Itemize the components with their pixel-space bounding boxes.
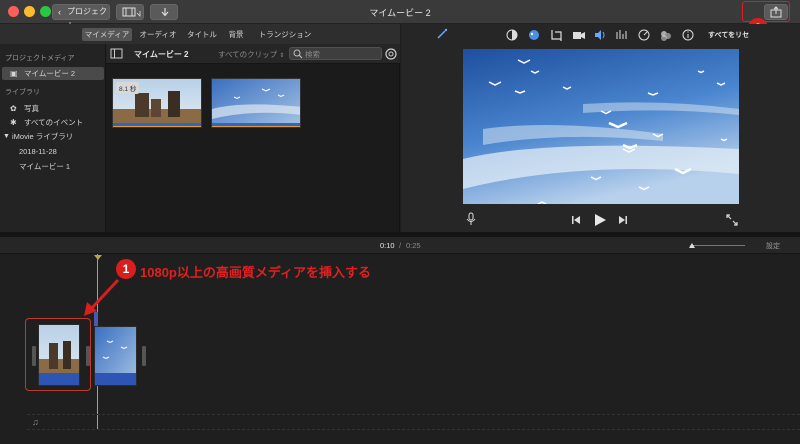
search-field[interactable]: 検索 <box>289 47 382 60</box>
projects-back-button[interactable]: ‹ プロジェクト <box>52 4 110 30</box>
sidebar-item-imovie-library-label: iMovie ライブラリ <box>12 132 74 141</box>
clip-trim-handle-left[interactable] <box>32 346 36 366</box>
filter-icon[interactable] <box>661 31 671 41</box>
timeline-header: 0:10 / 0:25 設定 <box>0 237 800 254</box>
zoom-slider-knob[interactable] <box>688 241 696 249</box>
viewer-panel: すべてをリセ <box>401 24 800 232</box>
tab-my-media[interactable]: マイメディア <box>82 28 132 41</box>
zoom-window-button[interactable] <box>40 6 51 17</box>
close-window-button[interactable] <box>8 6 19 17</box>
total-time: 0:25 <box>406 241 421 250</box>
voiceover-mic-icon[interactable] <box>465 212 477 226</box>
play-icon[interactable] <box>593 213 607 227</box>
clip-filter-select[interactable]: すべてのクリップ ⇕ <box>218 49 284 60</box>
next-icon[interactable] <box>617 214 629 226</box>
sidebar-item-project[interactable]: ▣ マイムービー 2 <box>2 67 104 80</box>
tab-backgrounds[interactable]: 背景 <box>224 28 248 41</box>
stabilization-icon[interactable] <box>573 32 585 39</box>
timeline: 1 1080p以上の高画質メディアを挿入する ♫ <box>0 254 800 444</box>
timeline-settings-button[interactable]: 設定 <box>766 241 780 251</box>
sidebar-item-photos[interactable]: ✿ 写真 <box>0 102 106 115</box>
media-browser <box>106 44 400 232</box>
sidebar-item-event-movie[interactable]: マイムービー 1 <box>0 160 106 173</box>
tab-titles[interactable]: タイトル <box>184 28 220 41</box>
music-note-icon: ♫ <box>32 417 39 427</box>
sidebar-item-photos-label: 写真 <box>24 104 39 113</box>
sidebar-item-project-label: マイムービー 2 <box>24 69 76 78</box>
project-media-header: プロジェクトメディア <box>5 55 75 62</box>
current-time: 0:10 <box>380 241 395 250</box>
timeline-clip-1[interactable] <box>38 324 80 386</box>
search-icon <box>293 49 303 59</box>
content-tabs-bar: マイメディア オーディオ タイトル 背景 トランジション <box>0 24 400 44</box>
color-correction-icon[interactable] <box>529 30 539 40</box>
minimize-window-button[interactable] <box>24 6 35 17</box>
time-separator: / <box>399 241 402 250</box>
media-view-button[interactable] <box>116 4 144 20</box>
magic-wand-icon[interactable] <box>435 27 449 41</box>
tab-audio[interactable]: オーディオ <box>136 28 180 41</box>
step1-instruction: 1080p以上の高画質メディアを挿入する <box>140 265 371 280</box>
step1-badge: 1 <box>116 259 136 279</box>
clip-2-trim-handle[interactable] <box>142 346 146 366</box>
timeline-clip-2-thumbnail <box>95 327 136 385</box>
sidebar-toggle-icon[interactable] <box>110 48 124 60</box>
audio-track[interactable]: ♫ <box>27 414 800 430</box>
previous-icon[interactable] <box>570 214 582 226</box>
info-icon[interactable] <box>682 29 694 41</box>
updown-chevron-icon: ⇕ <box>279 53 285 59</box>
clapper-icon: ▣ <box>10 69 18 78</box>
libraries-header: ライブラリ <box>5 89 40 96</box>
preview-frame-image <box>463 49 739 204</box>
color-balance-icon[interactable] <box>506 29 518 41</box>
sidebar-item-all-events-label: すべてのイベント <box>24 118 84 127</box>
clip-connector <box>94 312 98 326</box>
import-button[interactable] <box>150 4 178 20</box>
search-placeholder: 検索 <box>305 50 320 59</box>
speed-icon[interactable] <box>638 29 650 41</box>
annotation-arrow <box>84 278 120 316</box>
sidebar-item-all-events[interactable]: ✱ すべてのイベント <box>0 116 106 129</box>
media-browser-title: マイムービー 2 <box>134 50 189 59</box>
photos-icon: ✿ <box>10 104 17 113</box>
volume-icon[interactable] <box>595 30 605 40</box>
equalizer-icon[interactable] <box>616 30 627 39</box>
video-preview[interactable] <box>463 49 739 204</box>
media-clip-1[interactable]: 8.1 秒 <box>112 78 202 128</box>
gear-icon[interactable] <box>384 47 398 61</box>
fullscreen-icon[interactable] <box>725 213 739 227</box>
share-icon <box>770 6 782 18</box>
clip-2-thumbnail <box>212 79 300 127</box>
reset-all-button[interactable]: すべてをリセ <box>708 30 749 40</box>
clip-filter-label: すべてのクリップ <box>218 50 278 59</box>
disclosure-triangle-icon[interactable]: ▼ <box>3 130 10 143</box>
adjustment-toolbar <box>506 29 694 41</box>
share-button[interactable] <box>764 4 788 20</box>
filmstrip-icon <box>122 7 141 17</box>
star-icon: ✱ <box>10 118 17 127</box>
timeline-clip-1-thumbnail <box>39 325 79 385</box>
playhead-marker-icon <box>94 255 102 260</box>
clip-trim-handle-right[interactable] <box>86 346 90 366</box>
event-date-label: 2018-11-28 <box>19 147 57 156</box>
zoom-slider[interactable] <box>689 243 745 248</box>
window-title: マイムービー 2 <box>369 8 431 18</box>
chevron-left-icon: ‹ <box>58 7 61 17</box>
library-sidebar: プロジェクトメディア ▣ マイムービー 2 ライブラリ ✿ 写真 ✱ すべてのイ… <box>0 44 106 232</box>
import-arrow-icon <box>161 8 169 17</box>
media-clip-2[interactable] <box>211 78 301 128</box>
media-browser-header: マイムービー 2 すべてのクリップ ⇕ 検索 <box>106 44 400 64</box>
event-movie-label: マイムービー 1 <box>19 162 71 171</box>
sidebar-item-imovie-library[interactable]: ▼ iMovie ライブラリ <box>0 130 106 143</box>
title-bar: ‹ プロジェクト マイムービー 2 2 <box>0 0 800 38</box>
imovie-window: ‹ プロジェクト マイムービー 2 2 <box>0 0 800 444</box>
timeline-clip-2[interactable] <box>94 326 137 386</box>
tab-transitions[interactable]: トランジション <box>254 28 316 41</box>
sidebar-item-event-date[interactable]: 2018-11-28 <box>0 145 106 158</box>
crop-icon[interactable] <box>551 30 562 41</box>
clip-duration-badge: 8.1 秒 <box>116 82 140 94</box>
